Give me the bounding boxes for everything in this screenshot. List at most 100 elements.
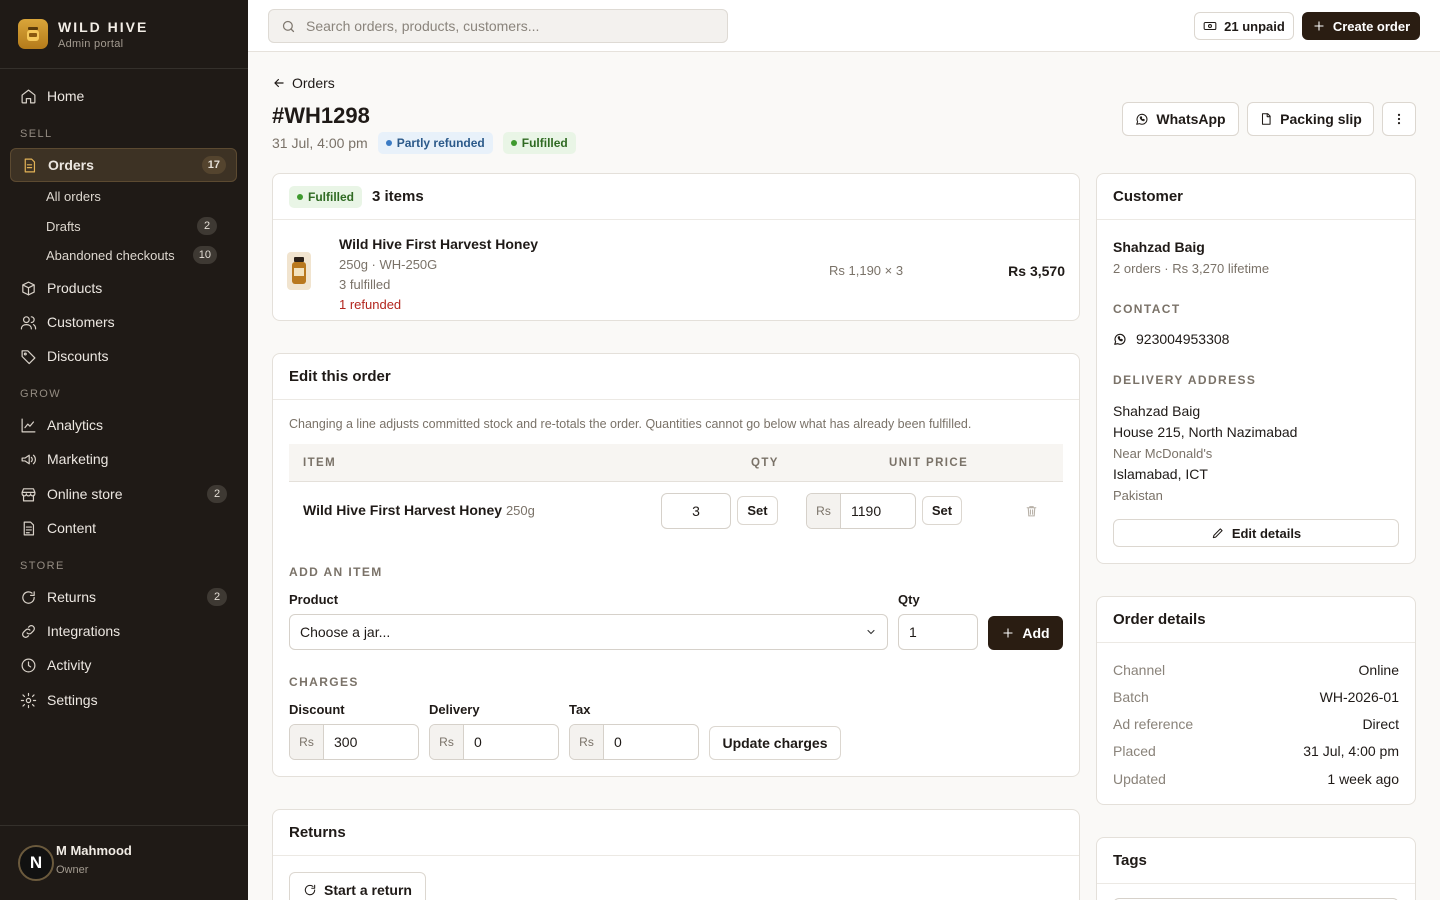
status-badge-fulfilled: Fulfilled [502, 132, 576, 154]
sidebar-subitem-drafts[interactable]: Drafts 2 [36, 213, 227, 239]
edit-details-button[interactable]: Edit details [1113, 519, 1399, 547]
box-icon [22, 281, 35, 295]
product-select[interactable]: Choose a jar... [289, 614, 888, 650]
search-input[interactable] [306, 18, 706, 34]
store-icon [21, 487, 36, 501]
megaphone-icon [21, 454, 36, 464]
count-badge: 2 [207, 485, 227, 503]
start-return-button[interactable]: Start a return [289, 872, 426, 900]
sidebar-item-marketing[interactable]: Marketing [10, 442, 237, 476]
product-thumbnail [287, 252, 311, 290]
create-order-button[interactable]: Create order [1302, 12, 1420, 40]
line-item-total: Rs 3,570 [1008, 263, 1065, 279]
contact-heading: CONTACT [1113, 302, 1181, 316]
plus-icon [1314, 21, 1324, 31]
user-role: Owner [56, 863, 89, 876]
add-item-button[interactable]: Add [988, 616, 1063, 650]
tax-label: Tax [569, 702, 591, 717]
brand-name: WILD HIVE [58, 18, 149, 35]
sidebar-item-label: Discounts [47, 348, 109, 364]
sidebar-item-activity[interactable]: Activity [10, 648, 237, 682]
line-qty-input[interactable]: 3 [661, 493, 731, 529]
sidebar-item-home[interactable]: Home [10, 79, 237, 113]
whatsapp-icon [1136, 113, 1148, 125]
line-item-fulfilled: 3 fulfilled [339, 277, 391, 292]
sidebar-item-label: Drafts [46, 218, 81, 234]
arrow-left-icon [274, 78, 284, 88]
set-price-button[interactable]: Set [922, 496, 962, 525]
card-title: Tags [1097, 838, 1415, 884]
edit-order-note: Changing a line adjusts committed stock … [289, 417, 972, 431]
sidebar-item-returns[interactable]: Returns 2 [10, 580, 237, 614]
update-charges-button[interactable]: Update charges [709, 726, 841, 760]
unpaid-filter-button[interactable]: 21 unpaid [1194, 12, 1294, 40]
sidebar-item-settings[interactable]: Settings [10, 683, 237, 717]
more-actions-button[interactable] [1382, 102, 1416, 136]
sidebar-item-label: Marketing [47, 451, 109, 467]
count-badge: 17 [201, 156, 226, 174]
delete-line-button[interactable] [1025, 504, 1038, 518]
sidebar-item-content[interactable]: Content [10, 511, 237, 545]
edit-order-card: Edit this order Changing a line adjusts … [272, 353, 1080, 777]
whatsapp-button[interactable]: WhatsApp [1122, 102, 1239, 136]
user-name: M Mahmood [56, 842, 132, 858]
search-icon [282, 20, 295, 32]
delivery-address: Shahzad Baig House 215, North Nazimabad … [1113, 403, 1298, 503]
line-price-input[interactable]: Rs 1190 [806, 493, 916, 529]
tags-card: Tags [1096, 837, 1416, 900]
sidebar-item-label: Integrations [47, 623, 121, 639]
sidebar-item-label: Home [47, 88, 85, 104]
sidebar-item-online-store[interactable]: Online store 2 [10, 477, 237, 511]
sidebar-subitem-all-orders[interactable]: All orders [36, 183, 227, 209]
cash-icon [1203, 21, 1217, 31]
chart-line-icon [21, 418, 36, 432]
customer-summary: 2 orders · Rs 3,270 lifetime [1113, 261, 1270, 276]
sidebar-item-analytics[interactable]: Analytics [10, 408, 237, 442]
back-to-orders-link[interactable]: Orders [272, 75, 335, 91]
sidebar-item-label: Abandoned checkouts [46, 247, 175, 263]
clock-icon [21, 658, 36, 672]
delivery-address-heading: DELIVERY ADDRESS [1113, 373, 1257, 387]
packing-slip-button[interactable]: Packing slip [1247, 102, 1374, 136]
card-title: Returns [273, 810, 1079, 856]
line-item-variant: 250g · WH-250G [339, 257, 438, 272]
delivery-input[interactable]: Rs 0 [429, 724, 559, 760]
discount-input[interactable]: Rs 300 [289, 724, 419, 760]
top-bar: 21 unpaid Create order [248, 0, 1440, 52]
sidebar-item-discounts[interactable]: Discounts [10, 339, 237, 373]
detail-row-ad-reference: Ad reference Direct [1113, 716, 1399, 732]
sidebar-item-customers[interactable]: Customers [10, 305, 237, 339]
file-icon [1262, 113, 1271, 125]
tax-input[interactable]: Rs 0 [569, 724, 699, 760]
gear-icon [20, 692, 37, 708]
line-item-unit-price: Rs 1,190 × 3 [829, 263, 904, 278]
returns-card: Returns Start a return [272, 809, 1080, 900]
add-qty-input[interactable]: 1 [898, 614, 978, 650]
product-label: Product [289, 592, 339, 607]
sidebar-item-integrations[interactable]: Integrations [10, 614, 237, 648]
whatsapp-label: WhatsApp [1156, 111, 1226, 127]
brand: WILD HIVE Admin portal [0, 0, 248, 69]
card-title: Customer [1097, 174, 1415, 220]
customer-name[interactable]: Shahzad Baig [1113, 239, 1205, 255]
sidebar-item-products[interactable]: Products [10, 271, 237, 305]
count-badge: 2 [207, 588, 227, 606]
search-box[interactable] [268, 9, 728, 43]
home-icon [21, 89, 36, 103]
user-profile[interactable]: N M Mahmood Owner [0, 825, 248, 900]
sidebar-item-orders[interactable]: Orders 17 [10, 148, 237, 182]
charges-heading: CHARGES [289, 675, 359, 689]
nav-section-grow: GROW [20, 388, 62, 400]
sidebar: WILD HIVE Admin portal Home SELL Orders … [0, 0, 248, 900]
refresh-icon [304, 884, 316, 896]
sidebar-item-label: Returns [47, 589, 97, 605]
detail-row-placed: Placed 31 Jul, 4:00 pm [1113, 743, 1399, 759]
line-item-name[interactable]: Wild Hive First Harvest Honey [339, 236, 538, 252]
column-unit-price: UNIT PRICE [889, 457, 969, 469]
status-badge-refund: Partly refunded [377, 132, 493, 154]
sidebar-subitem-abandoned-checkouts[interactable]: Abandoned checkouts 10 [36, 242, 227, 268]
chevron-down-icon [867, 629, 875, 635]
nav-section-sell: SELL [20, 128, 53, 140]
set-qty-button[interactable]: Set [737, 496, 778, 525]
customer-phone[interactable]: 923004953308 [1113, 331, 1229, 347]
